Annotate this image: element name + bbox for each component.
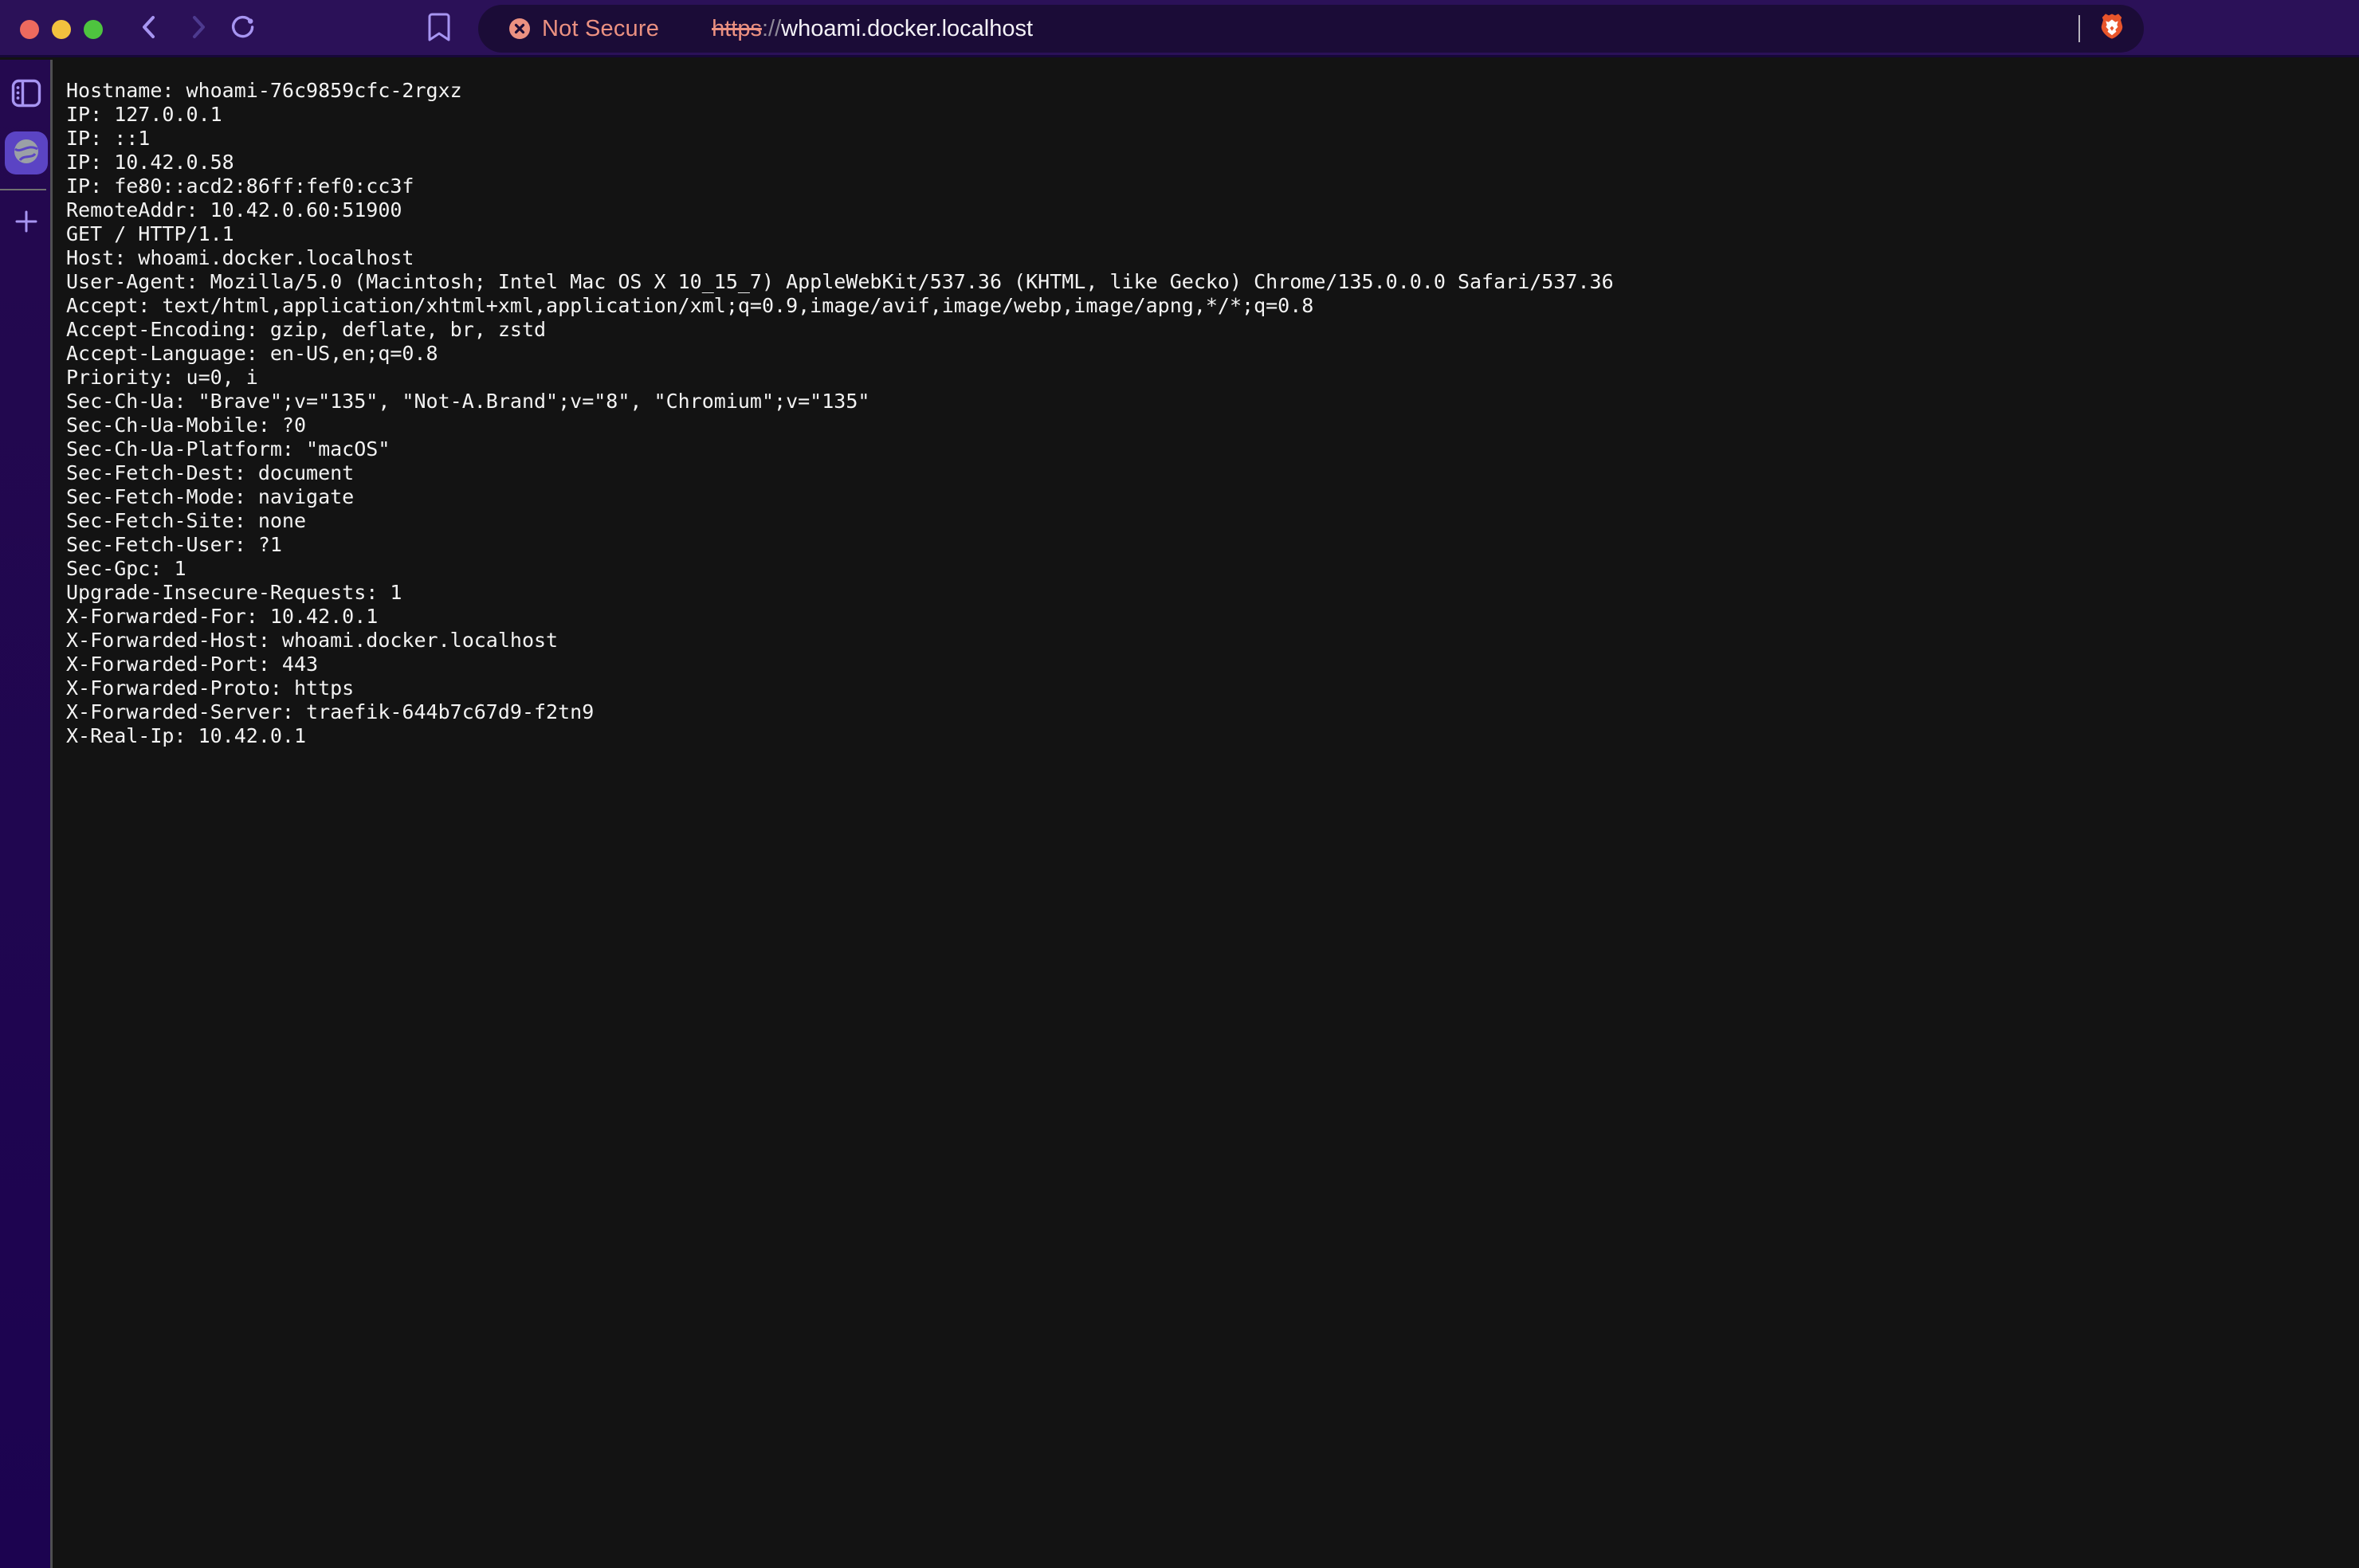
terminal-line: X-Forwarded-For: 10.42.0.1 bbox=[66, 605, 2359, 629]
terminal-line: RemoteAddr: 10.42.0.60:51900 bbox=[66, 198, 2359, 222]
terminal-line: Sec-Gpc: 1 bbox=[66, 557, 2359, 581]
terminal-line: X-Forwarded-Proto: https bbox=[66, 676, 2359, 700]
maximize-button[interactable] bbox=[84, 20, 103, 39]
url-separator: :// bbox=[762, 16, 781, 41]
terminal-line: Sec-Fetch-Mode: navigate bbox=[66, 485, 2359, 509]
terminal-line: Priority: u=0, i bbox=[66, 366, 2359, 390]
terminal-line: Accept-Encoding: gzip, deflate, br, zstd bbox=[66, 318, 2359, 342]
terminal-line: IP: 127.0.0.1 bbox=[66, 103, 2359, 127]
plus-icon bbox=[13, 208, 40, 239]
url-text: https://whoami.docker.localhost bbox=[712, 16, 1033, 42]
sidebar-toggle-button[interactable] bbox=[11, 79, 41, 108]
reload-button[interactable] bbox=[228, 14, 258, 44]
address-bar[interactable]: Not Secure https://whoami.docker.localho… bbox=[478, 5, 2144, 53]
terminal-line: User-Agent: Mozilla/5.0 (Macintosh; Inte… bbox=[66, 270, 2359, 294]
sidebar-divider bbox=[0, 189, 46, 190]
new-tab-button[interactable] bbox=[10, 206, 43, 240]
url-scheme: https bbox=[712, 16, 762, 41]
terminal-line: Upgrade-Insecure-Requests: 1 bbox=[66, 581, 2359, 605]
terminal-line: X-Forwarded-Port: 443 bbox=[66, 653, 2359, 676]
terminal-line: Sec-Ch-Ua: "Brave";v="135", "Not-A.Brand… bbox=[66, 390, 2359, 414]
globe-icon bbox=[10, 135, 42, 171]
active-tab-whoami[interactable] bbox=[5, 131, 48, 174]
terminal-line: GET / HTTP/1.1 bbox=[66, 222, 2359, 246]
terminal-line: Sec-Fetch-Site: none bbox=[66, 509, 2359, 533]
terminal-line: Sec-Ch-Ua-Mobile: ?0 bbox=[66, 414, 2359, 437]
whoami-output: Hostname: whoami-76c9859cfc-2rgxz IP: 12… bbox=[55, 60, 2359, 748]
bookmark-icon bbox=[428, 12, 450, 46]
vertical-tab-sidebar bbox=[0, 60, 53, 1568]
close-button[interactable] bbox=[20, 20, 39, 39]
url-host: whoami.docker.localhost bbox=[781, 16, 1033, 41]
back-arrow-icon bbox=[139, 14, 159, 44]
page-content: Hostname: whoami-76c9859cfc-2rgxz IP: 12… bbox=[55, 60, 2359, 1568]
terminal-line: IP: fe80::acd2:86ff:fef0:cc3f bbox=[66, 174, 2359, 198]
terminal-line: Accept: text/html,application/xhtml+xml,… bbox=[66, 294, 2359, 318]
terminal-line: Host: whoami.docker.localhost bbox=[66, 246, 2359, 270]
minimize-button[interactable] bbox=[52, 20, 71, 39]
bookmark-button[interactable] bbox=[427, 13, 451, 45]
brave-lion-icon bbox=[2098, 13, 2126, 45]
terminal-line: Sec-Ch-Ua-Platform: "macOS" bbox=[66, 437, 2359, 461]
terminal-line: Sec-Fetch-Dest: document bbox=[66, 461, 2359, 485]
not-secure-icon bbox=[508, 18, 531, 40]
terminal-line: Sec-Fetch-User: ?1 bbox=[66, 533, 2359, 557]
terminal-line: Hostname: whoami-76c9859cfc-2rgxz bbox=[66, 79, 2359, 103]
brave-shields-button[interactable] bbox=[2098, 13, 2126, 45]
terminal-line: X-Real-Ip: 10.42.0.1 bbox=[66, 724, 2359, 748]
terminal-line: IP: ::1 bbox=[66, 127, 2359, 151]
security-status-label: Not Secure bbox=[542, 16, 659, 42]
terminal-line: IP: 10.42.0.58 bbox=[66, 151, 2359, 174]
sidebar-panel-icon bbox=[11, 97, 41, 111]
reload-icon bbox=[230, 14, 257, 45]
browser-toolbar: Not Secure https://whoami.docker.localho… bbox=[0, 0, 2359, 57]
terminal-line: X-Forwarded-Server: traefik-644b7c67d9-f… bbox=[66, 700, 2359, 724]
address-bar-divider bbox=[2078, 15, 2080, 42]
terminal-line: X-Forwarded-Host: whoami.docker.localhos… bbox=[66, 629, 2359, 653]
forward-arrow-icon bbox=[188, 14, 209, 44]
terminal-line: Accept-Language: en-US,en;q=0.8 bbox=[66, 342, 2359, 366]
forward-button[interactable] bbox=[183, 14, 214, 44]
back-button[interactable] bbox=[134, 14, 164, 44]
